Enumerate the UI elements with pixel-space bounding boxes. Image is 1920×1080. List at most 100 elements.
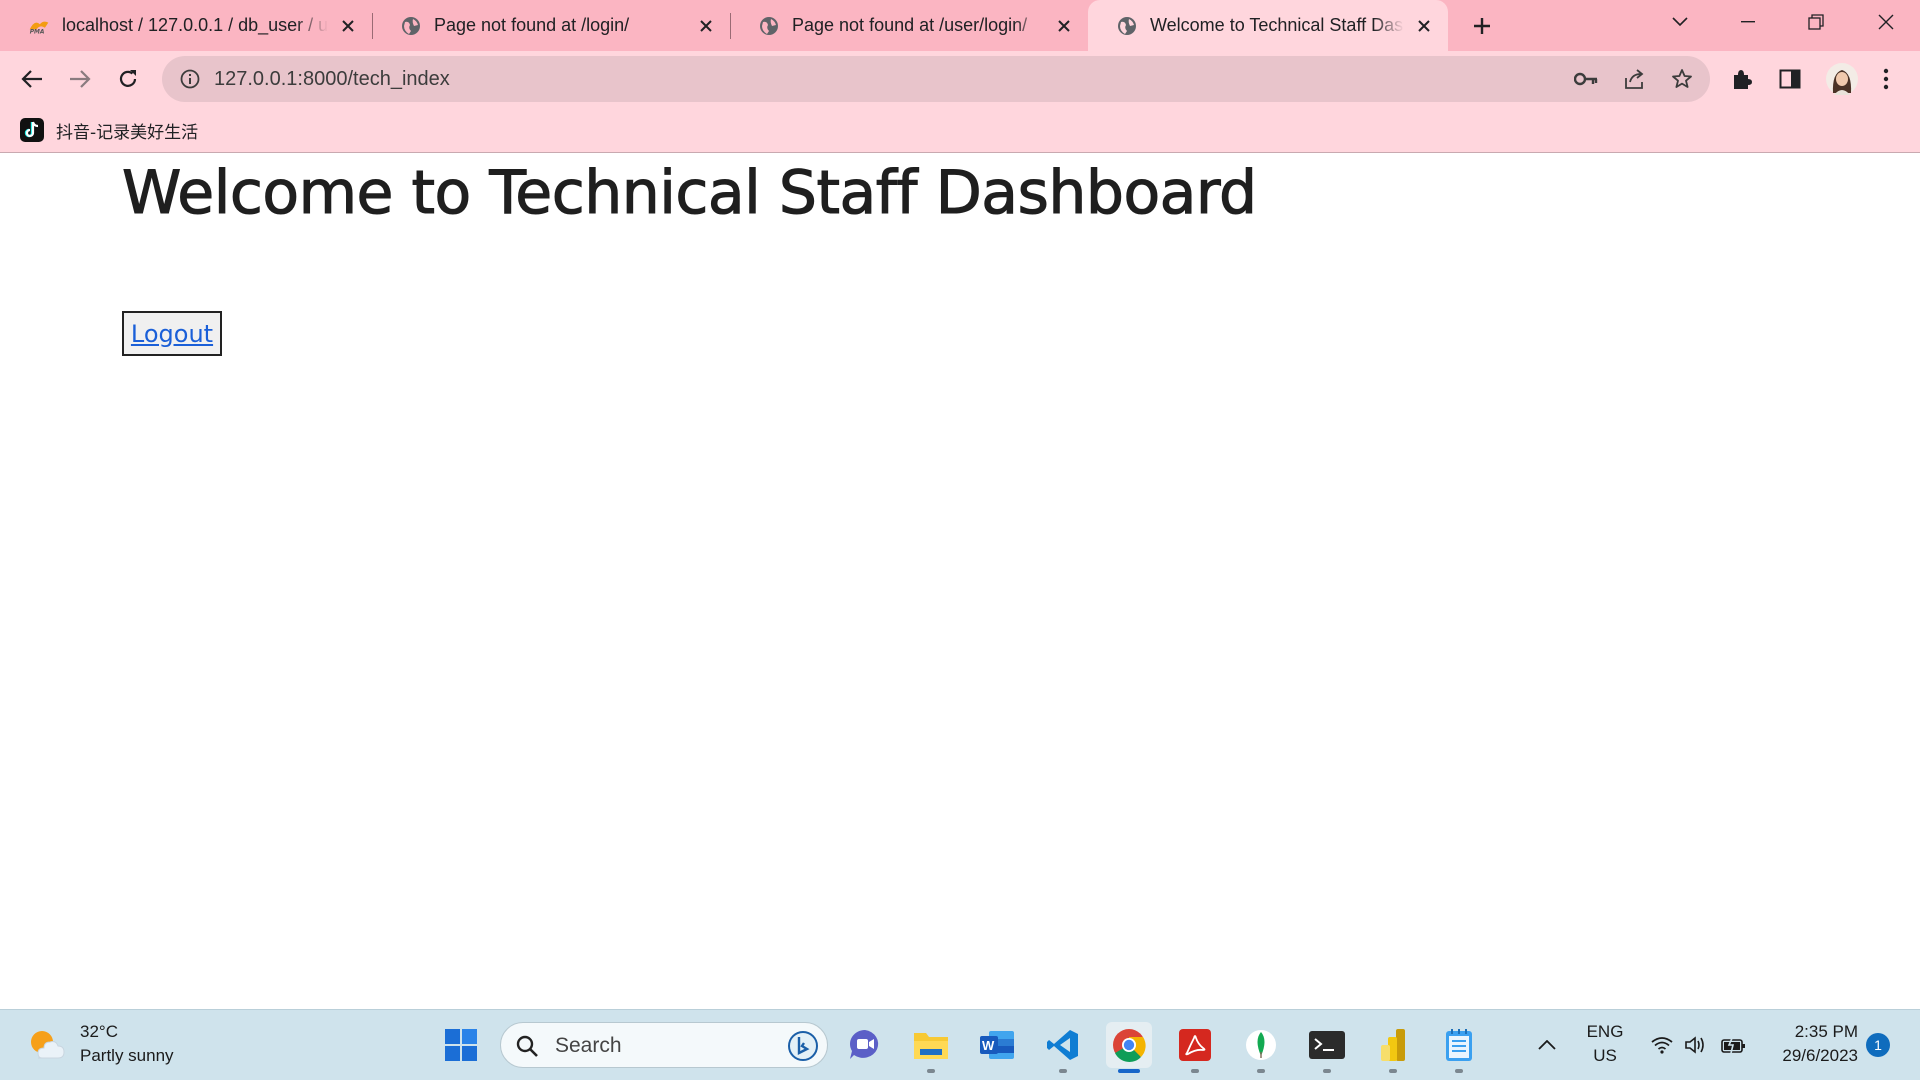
address-bar[interactable]: 127.0.0.1:8000/tech_index [162, 56, 1710, 102]
tab-title: Page not found at /login/ [434, 15, 630, 35]
forward-button[interactable] [62, 61, 98, 97]
close-icon[interactable] [694, 14, 718, 38]
battery-button[interactable] [1714, 1022, 1754, 1068]
teams-chat-button[interactable] [842, 1022, 888, 1068]
page-title: Welcome to Technical Staff Dashboard [121, 157, 1257, 228]
show-hidden-icons-button[interactable] [1526, 1022, 1568, 1068]
notepad-icon [1446, 1029, 1472, 1061]
partly-sunny-icon [31, 1031, 65, 1059]
logout-link[interactable]: Logout [131, 320, 213, 348]
terminal-button[interactable] [1304, 1022, 1350, 1068]
running-indicator [1323, 1069, 1331, 1073]
wifi-icon [1651, 1037, 1673, 1054]
tab-user-login-not-found[interactable]: Page not found at /user/login/ [730, 0, 1088, 51]
arrow-left-icon [21, 70, 42, 88]
logout-button[interactable]: Logout [122, 311, 222, 356]
vscode-button[interactable] [1040, 1022, 1086, 1068]
chrome-icon [1113, 1029, 1146, 1062]
tab-title: Welcome to Technical Staff Dashboard [1150, 15, 1404, 35]
key-icon[interactable] [1574, 67, 1598, 91]
close-icon[interactable] [336, 14, 360, 38]
close-icon[interactable] [1052, 14, 1076, 38]
phpmyadmin-icon: PMA [28, 15, 50, 37]
running-indicator [927, 1069, 935, 1073]
tab-tech-dashboard[interactable]: Welcome to Technical Staff Dashboard [1088, 0, 1448, 51]
chevron-down-icon [1672, 17, 1688, 27]
menu-kebab-icon[interactable] [1872, 65, 1900, 93]
tab-title: Page not found at /user/login/ [792, 15, 1028, 35]
share-icon[interactable] [1622, 67, 1646, 91]
weather-temp: 32°C [80, 1022, 118, 1041]
back-button[interactable] [14, 61, 50, 97]
mongodb-icon [1246, 1030, 1276, 1060]
language-code: ENG [1586, 1022, 1624, 1041]
bookmarks-bar: 抖音-记录美好生活 [0, 107, 1920, 153]
tab-search-button[interactable] [1652, 0, 1708, 44]
clock-date: 29/6/2023 [1782, 1046, 1858, 1065]
mongodb-compass-button[interactable] [1238, 1022, 1284, 1068]
close-window-button[interactable] [1858, 0, 1914, 44]
reload-icon [119, 70, 137, 87]
tab-login-not-found[interactable]: Page not found at /login/ [372, 0, 730, 51]
tiktok-icon [20, 118, 44, 142]
info-icon[interactable] [178, 67, 202, 91]
bookmark-douyin[interactable]: 抖音-记录美好生活 [20, 115, 198, 145]
active-indicator [1118, 1069, 1140, 1073]
side-panel-icon[interactable] [1776, 65, 1804, 93]
star-icon[interactable] [1670, 67, 1694, 91]
power-bi-button[interactable] [1370, 1022, 1416, 1068]
battery-charging-icon [1721, 1036, 1745, 1054]
running-indicator [1455, 1069, 1463, 1073]
restore-icon [1808, 14, 1824, 30]
start-button[interactable] [438, 1022, 484, 1068]
bing-icon [788, 1031, 818, 1061]
running-indicator [1059, 1069, 1067, 1073]
chrome-button[interactable] [1106, 1022, 1152, 1068]
acrobat-button[interactable] [1172, 1022, 1218, 1068]
extensions-icon[interactable] [1728, 65, 1756, 93]
acrobat-icon [1179, 1029, 1211, 1061]
svg-text:PMA: PMA [30, 29, 45, 35]
plus-icon [1474, 18, 1490, 34]
minimize-icon [1741, 21, 1755, 23]
weather-condition: Partly sunny [80, 1046, 174, 1065]
minimize-button[interactable] [1720, 0, 1776, 44]
running-indicator [1257, 1069, 1265, 1073]
globe-icon [758, 15, 780, 37]
restore-button[interactable] [1788, 0, 1844, 44]
tab-phpmyadmin[interactable]: PMA localhost / 127.0.0.1 / db_user / u [0, 0, 372, 51]
close-icon[interactable] [1412, 14, 1436, 38]
word-button[interactable]: W [974, 1022, 1020, 1068]
avatar[interactable] [1824, 61, 1860, 97]
page-content: Welcome to Technical Staff Dashboard Log… [0, 154, 1920, 1009]
search-label: Search [555, 1034, 622, 1057]
svg-text:W: W [982, 1038, 995, 1053]
url-text[interactable]: 127.0.0.1:8000/tech_index [214, 68, 450, 91]
power-bi-icon [1381, 1029, 1405, 1061]
search-icon [516, 1035, 538, 1057]
browser-toolbar: 127.0.0.1:8000/tech_index [0, 51, 1920, 107]
taskbar: 32°C Partly sunny Search W ENG US 2:35 P… [0, 1009, 1920, 1080]
word-icon: W [980, 1031, 1014, 1059]
volume-button[interactable] [1676, 1022, 1716, 1068]
weather-widget[interactable]: 32°C Partly sunny [26, 1020, 174, 1068]
arrow-right-icon [70, 70, 91, 88]
globe-icon [400, 15, 422, 37]
notepad-button[interactable] [1436, 1022, 1482, 1068]
file-explorer-button[interactable] [908, 1022, 954, 1068]
taskbar-search[interactable]: Search [500, 1022, 828, 1068]
file-explorer-icon [914, 1033, 948, 1059]
close-icon [1878, 14, 1894, 30]
reload-button[interactable] [110, 61, 146, 97]
language-indicator[interactable]: ENG US [1578, 1020, 1632, 1068]
notification-badge[interactable]: 1 [1866, 1033, 1890, 1057]
vscode-icon [1047, 1030, 1078, 1060]
new-tab-button[interactable] [1466, 10, 1498, 42]
clock-time: 2:35 PM [1794, 1022, 1858, 1041]
tab-title: localhost / 127.0.0.1 / db_user / u [62, 15, 328, 35]
running-indicator [1389, 1069, 1397, 1073]
volume-icon [1685, 1036, 1704, 1054]
running-indicator [1191, 1069, 1199, 1073]
bookmark-label: 抖音-记录美好生活 [56, 122, 199, 143]
clock[interactable]: 2:35 PM 29/6/2023 [1764, 1020, 1858, 1068]
